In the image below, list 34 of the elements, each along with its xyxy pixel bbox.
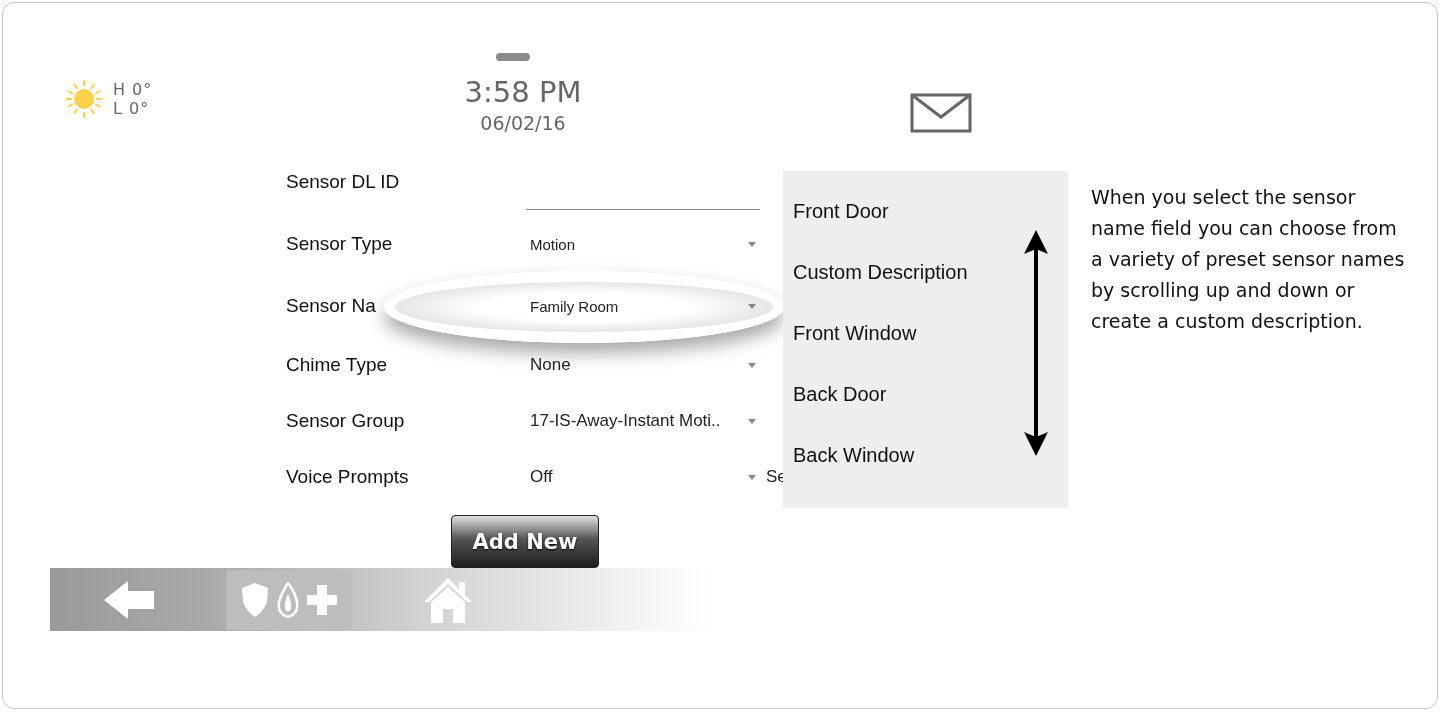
dropdown-field[interactable]: Off: [530, 462, 760, 492]
home-icon[interactable]: [422, 575, 474, 624]
mail-icon[interactable]: [910, 93, 972, 133]
clock-time: 3:58 PM: [464, 75, 582, 109]
drag-handle[interactable]: [496, 53, 530, 61]
add-new-button[interactable]: Add New: [451, 515, 599, 568]
security-tab[interactable]: [226, 569, 352, 630]
caret-icon: [748, 241, 756, 247]
caret-icon: [748, 362, 756, 368]
high-temperature: H 0°: [113, 80, 153, 99]
shield-icon: [241, 581, 269, 618]
dropdown-option[interactable]: Back Door: [793, 379, 1068, 440]
caret-icon: [748, 418, 756, 424]
low-temperature: L 0°: [113, 99, 151, 118]
clock-date: 06/02/16: [480, 111, 566, 136]
dropdown-field[interactable]: None: [530, 350, 760, 380]
description-text: When you select the sensor name field you can choose from a variety of preset sensor names by scrolling up and down or create a custom description.: [1091, 185, 1406, 334]
field-label: Sensor Na: [286, 295, 377, 317]
dropdown-field[interactable]: Motion: [530, 229, 760, 259]
dropdown-option[interactable]: Back Window: [793, 440, 1068, 501]
dropdown-option[interactable]: Front Window: [793, 318, 1068, 379]
field-label: Voice Prompts: [286, 466, 410, 488]
plus-icon: [307, 584, 337, 615]
field-label: Sensor Group: [286, 410, 406, 432]
dropdown-field[interactable]: 17-IS-Away-Instant Moti..: [530, 406, 760, 436]
field-label: Chime Type: [286, 354, 389, 376]
caret-icon: [748, 474, 756, 480]
flame-icon: [275, 581, 301, 618]
back-arrow-icon[interactable]: [104, 580, 154, 619]
field-label: Sensor Type: [286, 233, 394, 255]
dropdown-option[interactable]: Custom Description: [793, 257, 1068, 318]
sun-icon: [65, 79, 103, 119]
dropdown-option[interactable]: Front Door: [793, 196, 1068, 257]
field-label: Sensor DL ID: [286, 171, 401, 193]
